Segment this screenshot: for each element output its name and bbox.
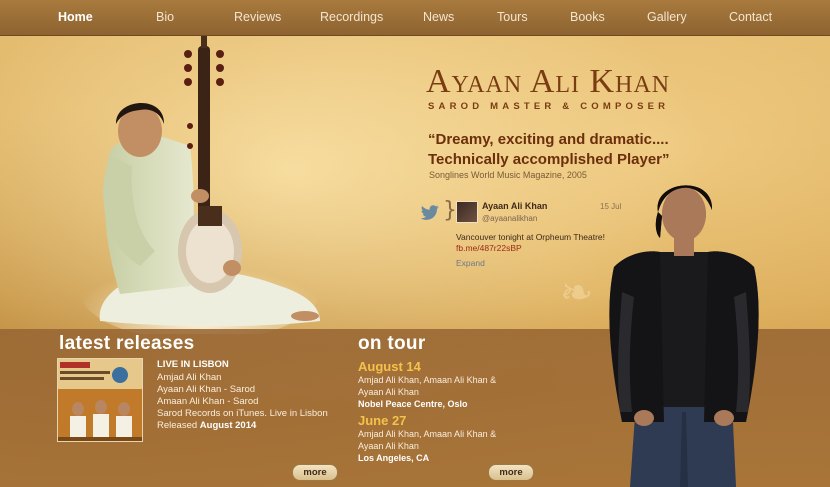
artist-subtitle: SAROD MASTER & COMPOSER (428, 101, 670, 112)
tweet-author-handle[interactable]: @ayaanalikhan (482, 214, 537, 223)
nav-bio[interactable]: Bio (156, 10, 174, 24)
album-credit-line: Sarod Records on iTunes. Live in Lisbon (157, 408, 328, 419)
album-credit-line: Amjad Ali Khan (157, 372, 222, 383)
releases-more-button[interactable]: more (292, 464, 338, 481)
artist-name: Ayaan Ali Khan (426, 63, 671, 100)
released-prefix: Released (157, 420, 198, 431)
tweet-author-name[interactable]: Ayaan Ali Khan (482, 201, 547, 211)
tour-event-artists: Ayaan Ali Khan (358, 441, 419, 451)
tour-more-button[interactable]: more (488, 464, 534, 481)
musician-with-sarod-photo (80, 36, 320, 334)
main-nav: Home Bio Reviews Recordings News Tours B… (0, 0, 830, 36)
quote-source: Songlines World Music Magazine, 2005 (429, 170, 587, 180)
tour-event-artists: Ayaan Ali Khan (358, 387, 419, 397)
nav-news[interactable]: News (423, 10, 454, 24)
tweet-text: Vancouver tonight at Orpheum Theatre! (456, 232, 605, 242)
nav-tours[interactable]: Tours (497, 10, 528, 24)
on-tour-heading: on tour (358, 333, 426, 354)
brace-ornament: } (443, 198, 457, 223)
nav-reviews[interactable]: Reviews (234, 10, 281, 24)
album-cover-art (58, 359, 142, 441)
tour-event-date[interactable]: June 27 (358, 413, 406, 428)
album-released-line: Released August 2014 (157, 420, 256, 431)
tweet-date[interactable]: 15 Jul (600, 202, 621, 211)
twitter-bird-icon[interactable] (420, 205, 440, 221)
tour-event-venue: Nobel Peace Centre, Oslo (358, 399, 468, 409)
tour-event-artists: Amjad Ali Khan, Amaan Ali Khan & (358, 429, 497, 439)
nav-gallery[interactable]: Gallery (647, 10, 687, 24)
ornament-swirl: ❧ (560, 270, 594, 316)
album-credit-line: Ayaan Ali Khan - Sarod (157, 384, 256, 395)
quote-line-2: Technically accomplished Player” (428, 151, 670, 168)
review-quote: “Dreamy, exciting and dramatic.... Techn… (428, 130, 758, 170)
tour-event-venue: Los Angeles, CA (358, 453, 430, 463)
nav-recordings[interactable]: Recordings (320, 10, 383, 24)
quote-line-1: “Dreamy, exciting and dramatic.... (428, 131, 669, 148)
tour-event-artists: Amjad Ali Khan, Amaan Ali Khan & (358, 375, 497, 385)
album-credit-line: Amaan Ali Khan - Sarod (157, 396, 259, 407)
nav-books[interactable]: Books (570, 10, 605, 24)
album-cover[interactable] (57, 358, 143, 442)
released-date: August 2014 (199, 420, 257, 431)
tweet-link[interactable]: fb.me/487r22sBP (456, 243, 522, 253)
tour-event-date[interactable]: August 14 (358, 359, 421, 374)
tweet-expand-link[interactable]: Expand (456, 258, 485, 268)
latest-releases-heading: latest releases (59, 333, 195, 354)
album-title[interactable]: LIVE IN LISBON (157, 359, 229, 370)
avatar[interactable] (456, 201, 478, 223)
nav-contact[interactable]: Contact (729, 10, 772, 24)
nav-home[interactable]: Home (58, 10, 93, 24)
